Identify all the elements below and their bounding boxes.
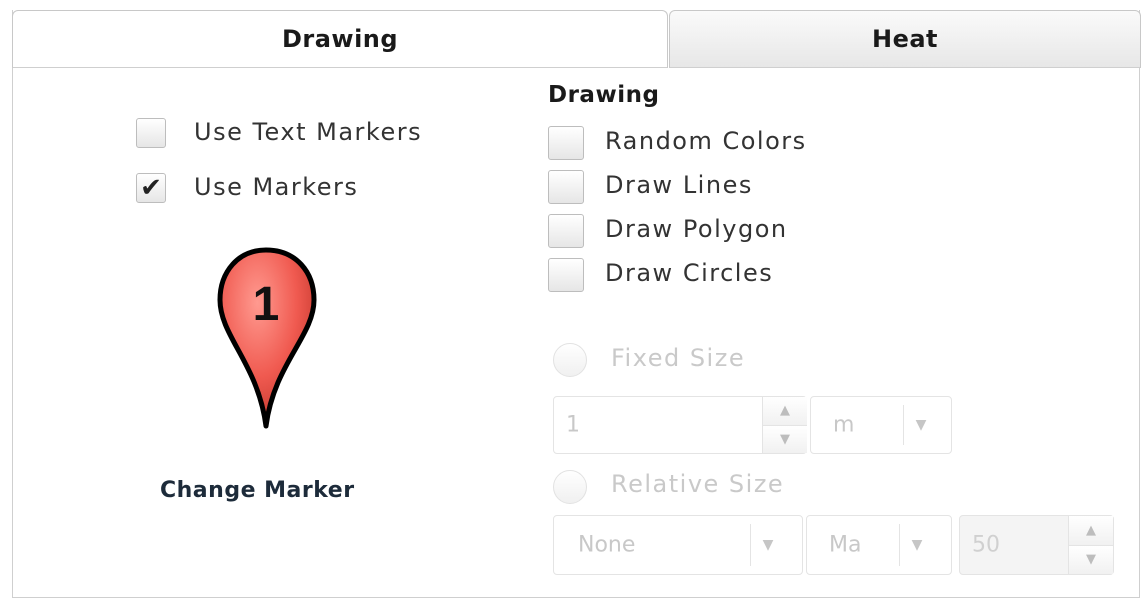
draw-lines-checkbox[interactable]	[548, 170, 584, 204]
draw-polygon-label: Draw Polygon	[605, 215, 788, 243]
relative-field-value: None	[578, 532, 636, 558]
relative-field-select[interactable]: None ▼	[553, 515, 803, 575]
draw-lines-label: Draw Lines	[605, 171, 753, 199]
fixed-size-radio[interactable]	[553, 343, 587, 377]
fixed-size-value: 1	[566, 412, 580, 438]
draw-circles-label: Draw Circles	[605, 259, 774, 287]
spin-down-icon[interactable]: ▼	[763, 424, 807, 453]
fixed-unit-select[interactable]: m ▼	[810, 396, 952, 454]
relative-agg-value: Ma	[829, 532, 862, 558]
chevron-down-icon: ▼	[750, 524, 785, 566]
spin-up-icon[interactable]: ▲	[763, 397, 807, 425]
chevron-down-icon: ▼	[903, 405, 938, 445]
marker-number: 1	[253, 278, 280, 331]
use-text-markers-checkbox[interactable]	[136, 118, 166, 148]
draw-circles-checkbox[interactable]	[548, 258, 584, 292]
tab-drawing[interactable]: Drawing	[12, 10, 668, 68]
fixed-size-stepper: ▲ ▼	[762, 397, 807, 453]
fixed-size-input[interactable]: 1 ▲ ▼	[553, 396, 807, 454]
use-text-markers-label: Use Text Markers	[194, 118, 423, 146]
random-colors-checkbox[interactable]	[548, 126, 584, 160]
spin-up-icon[interactable]: ▲	[1069, 516, 1113, 545]
fixed-size-label: Fixed Size	[611, 344, 746, 372]
relative-size-radio[interactable]	[553, 470, 587, 504]
map-marker-icon[interactable]: 1	[214, 244, 324, 434]
relative-size-label: Relative Size	[611, 470, 785, 498]
relative-value: 50	[972, 532, 1000, 558]
use-markers-label: Use Markers	[194, 173, 359, 201]
drawing-section-title: Drawing	[548, 82, 660, 108]
fixed-unit-value: m	[833, 412, 855, 438]
checkmark-icon: ✔	[140, 173, 162, 203]
tab-heat[interactable]: Heat	[669, 10, 1141, 68]
random-colors-label: Random Colors	[605, 127, 807, 155]
relative-agg-select[interactable]: Ma ▼	[806, 515, 952, 575]
change-marker-link[interactable]: Change Marker	[160, 478, 355, 503]
relative-value-stepper: ▲ ▼	[1068, 516, 1113, 574]
tab-bar: Drawing Heat	[12, 10, 1141, 68]
relative-value-input[interactable]: 50 ▲ ▼	[959, 515, 1114, 575]
chevron-down-icon: ▼	[899, 524, 934, 566]
use-markers-checkbox[interactable]: ✔	[136, 173, 166, 203]
draw-polygon-checkbox[interactable]	[548, 214, 584, 248]
spin-down-icon[interactable]: ▼	[1069, 544, 1113, 574]
